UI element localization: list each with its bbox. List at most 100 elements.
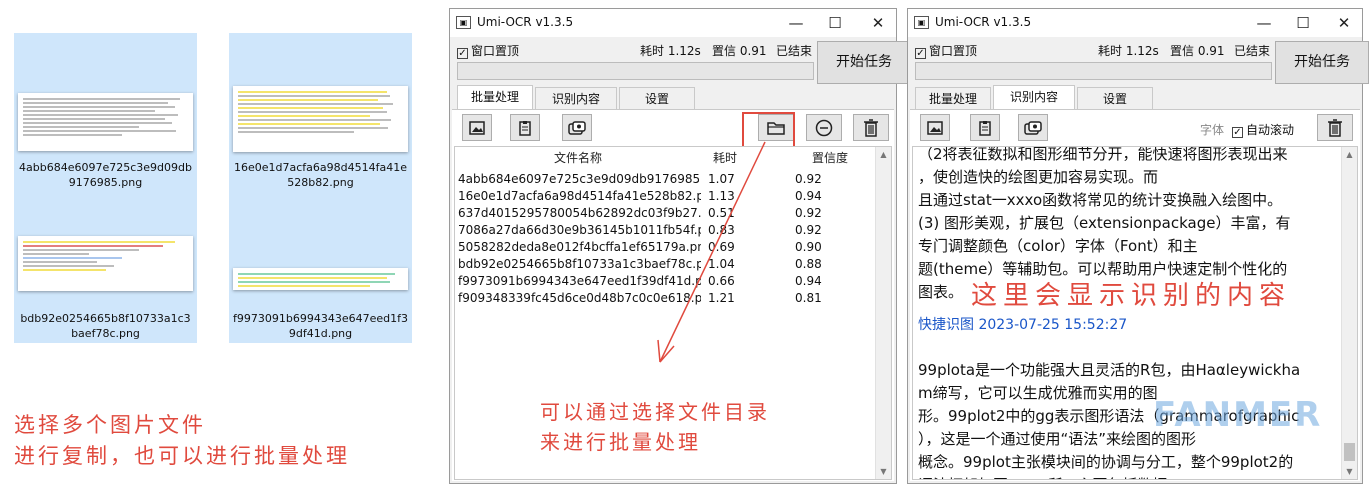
vertical-scrollbar[interactable]: ▲ ▼ <box>875 147 891 479</box>
title-bar: ▣ Umi-OCR v1.3.5 — ☐ ✕ <box>908 9 1362 37</box>
app-icon: ▣ <box>914 16 929 29</box>
status-stat: 已结束 <box>776 44 813 58</box>
font-button[interactable]: 字体 <box>1200 121 1224 138</box>
vertical-scrollbar[interactable]: ▲ ▼ <box>1341 147 1357 479</box>
recognized-panel: 字体 ✓ 自动滚动 （2将表征数拟和图形细节分开，能快速将图形表现出来 ，使创造快的… <box>910 109 1360 481</box>
confidence-cell: 0.92 <box>795 206 822 220</box>
thumbnail-image <box>18 236 193 291</box>
tab-recognized[interactable]: 识别内容 <box>535 87 617 109</box>
checkbox-icon: ✓ <box>1232 127 1243 138</box>
result-text-line: 专门调整颜色（color）字体（Font）和主 <box>918 237 1198 255</box>
result-text-line: m缔写，它可以生成优雅而实用的图 <box>918 384 1158 402</box>
batch-annotation: 可以通过选择文件目录 来进行批量处理 <box>540 397 770 457</box>
result-text-line: （2将表征数拟和图形细节分开，能快速将图形表现出来 <box>918 146 1288 163</box>
status-stat: 已结束 <box>1234 44 1271 58</box>
window-title: Umi-OCR v1.3.5 <box>477 15 574 29</box>
remove-button[interactable] <box>806 114 842 141</box>
result-text-line: 且通过stat一xxxo函数将常见的统计变换融入绘图中。 <box>918 191 1283 209</box>
maximize-button[interactable]: ☐ <box>820 12 850 34</box>
clipboard-button[interactable] <box>510 114 540 141</box>
clipboard-button[interactable] <box>970 114 1000 141</box>
time-stat: 耗时 1.12s <box>1098 44 1159 58</box>
clear-button[interactable] <box>853 114 889 141</box>
scroll-thumb[interactable] <box>1344 443 1355 461</box>
minimize-button[interactable]: — <box>781 12 811 34</box>
scan-button[interactable] <box>562 114 592 141</box>
minimize-button[interactable]: — <box>1249 12 1279 34</box>
result-timestamp: 快捷识图 2023-07-25 15:52:27 <box>918 317 1128 333</box>
confidence-stat: 置信 0.91 <box>712 44 767 58</box>
confidence-cell: 0.92 <box>795 223 822 237</box>
confidence-cell: 0.94 <box>795 189 822 203</box>
tab-bar: 批量处理 识别内容 设置 <box>457 85 887 109</box>
column-header-confidence[interactable]: 置信度 <box>785 147 875 169</box>
screenshot-button[interactable] <box>462 114 492 141</box>
file-name: bdb92e0254665b8f10733a1c3baef78c.png <box>20 312 191 340</box>
confidence-cell: 0.94 <box>795 274 822 288</box>
title-bar: ▣ Umi-OCR v1.3.5 — ☐ ✕ <box>450 9 896 37</box>
content-annotation: 这里会显示识别的内容 <box>971 281 1292 311</box>
window-recognized: ▣ Umi-OCR v1.3.5 — ☐ ✕ ✓ 窗口置顶 耗时 1.12s 置信… <box>907 8 1369 484</box>
thumbnail-image <box>233 86 408 152</box>
close-button[interactable]: ✕ <box>863 12 893 34</box>
confidence-cell: 0.81 <box>795 291 822 305</box>
maximize-button[interactable]: ☐ <box>1288 12 1318 34</box>
scan-button[interactable] <box>1018 114 1048 141</box>
tab-batch[interactable]: 批量处理 <box>915 87 991 109</box>
autoscroll-label: 自动滚动 <box>1246 123 1295 137</box>
screenshot-icon <box>927 121 943 135</box>
thumbnail-image <box>233 268 408 290</box>
minus-circle-icon <box>815 119 833 137</box>
tab-batch[interactable]: 批量处理 <box>457 85 533 109</box>
scan-icon <box>568 121 586 135</box>
topmost-label: 窗口置顶 <box>929 44 978 58</box>
left-annotation: 选择多个图片文件 进行复制，也可以进行批量处理 <box>14 410 350 472</box>
tab-settings[interactable]: 设置 <box>619 87 695 109</box>
file-name: f9973091b6994343e647eed1f39df41d.png <box>233 312 408 340</box>
tab-settings[interactable]: 设置 <box>1077 87 1153 109</box>
topmost-label: 窗口置顶 <box>471 44 520 58</box>
confidence-cell: 0.88 <box>795 257 822 271</box>
annotation-line: 选择多个图片文件 <box>14 413 206 437</box>
trash-icon <box>1328 119 1342 137</box>
scan-icon <box>1024 121 1042 135</box>
progress-bar <box>915 62 1272 80</box>
file-thumbnail[interactable]: bdb92e0254665b8f10733a1c3baef78c.png <box>14 233 197 343</box>
clipboard-icon <box>519 121 531 136</box>
result-text-line: (3) 图形美观，扩展包（extensionpackage）丰富，有 <box>918 214 1291 232</box>
app-icon: ▣ <box>456 16 471 29</box>
scroll-down-icon[interactable]: ▼ <box>1342 464 1357 479</box>
scroll-up-icon[interactable]: ▲ <box>876 147 891 162</box>
scroll-up-icon[interactable]: ▲ <box>1342 147 1357 162</box>
autoscroll-checkbox[interactable]: ✓ 自动滚动 <box>1232 121 1294 138</box>
time-stat: 耗时 1.12s <box>640 44 701 58</box>
clear-button[interactable] <box>1317 114 1353 141</box>
result-text-area[interactable]: （2将表征数拟和图形细节分开，能快速将图形表现出来 ，使创造快的绘图更加容易实现。… <box>912 146 1358 480</box>
screenshot-button[interactable] <box>920 114 950 141</box>
result-text-line: ，使创造快的绘图更加容易实现。而 <box>918 168 1159 186</box>
clipboard-icon <box>979 121 991 136</box>
result-text-line: 语法框架如图1-6-1所，主要包括数据 <box>918 474 1167 479</box>
file-thumbnail[interactable]: f9973091b6994343e647eed1f39df41d.png <box>229 233 412 343</box>
start-task-button[interactable]: 开始任务 <box>1275 41 1369 84</box>
watermark: FANMER <box>1153 395 1323 435</box>
annotation-line: 来进行批量处理 <box>540 430 701 454</box>
close-button[interactable]: ✕ <box>1329 12 1359 34</box>
start-task-button[interactable]: 开始任务 <box>817 41 911 84</box>
scroll-down-icon[interactable]: ▼ <box>876 464 891 479</box>
confidence-cell: 0.92 <box>795 172 822 186</box>
tab-bar: 批量处理 识别内容 设置 <box>915 85 1345 109</box>
screenshot-icon <box>469 121 485 135</box>
file-name: 16e0e1d7acfa6a98d4514fa41e528b82.png <box>233 161 407 189</box>
annotation-arrow <box>657 141 766 363</box>
confidence-stat: 置信 0.91 <box>1170 44 1225 58</box>
annotation-line: 进行复制，也可以进行批量处理 <box>14 444 350 468</box>
result-text-line: 图表。 <box>918 283 964 301</box>
progress-bar <box>457 62 814 80</box>
result-text-line: 99plota是一个功能强大且灵活的R包，由Haαleywickha <box>918 361 1301 379</box>
tab-recognized[interactable]: 识别内容 <box>993 85 1075 109</box>
topmost-checkbox[interactable]: ✓ 窗口置顶 <box>915 42 977 59</box>
window-batch: ▣ Umi-OCR v1.3.5 — ☐ ✕ ✓ 窗口置顶 耗时 1.12s 置信… <box>449 8 911 484</box>
window-title: Umi-OCR v1.3.5 <box>935 15 1032 29</box>
topmost-checkbox[interactable]: ✓ 窗口置顶 <box>457 42 519 59</box>
